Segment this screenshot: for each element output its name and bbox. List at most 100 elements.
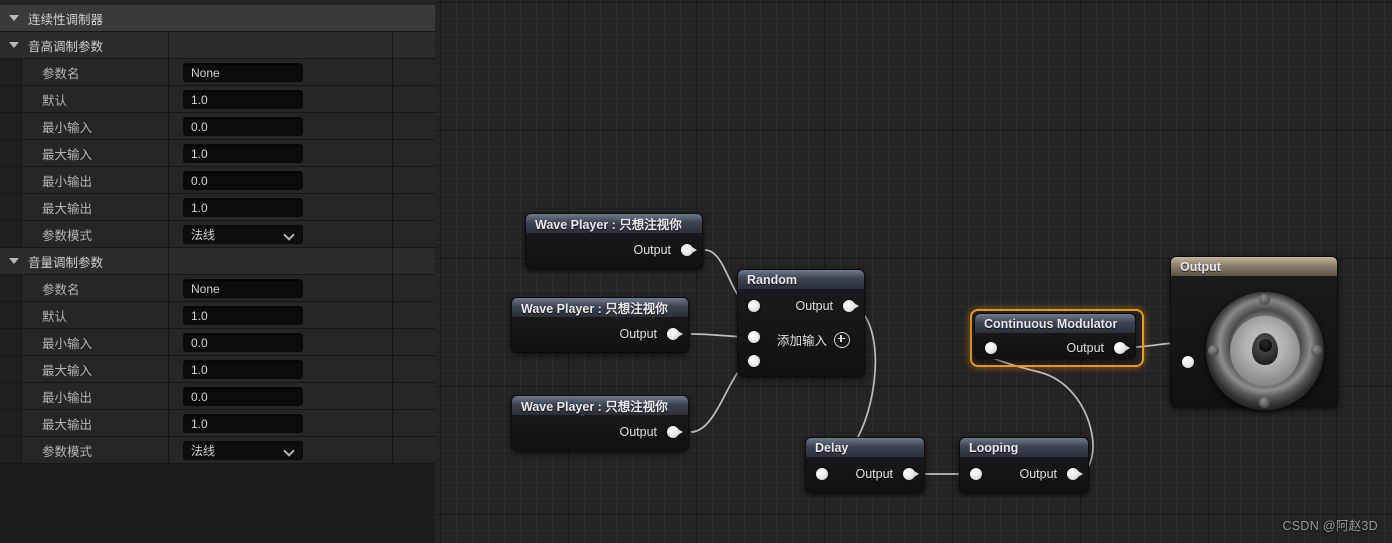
- input-pin[interactable]: [985, 342, 997, 354]
- column-separator: [168, 248, 169, 274]
- node-wave-player-2[interactable]: Wave Player : 只想注视你 Output: [511, 297, 689, 353]
- output-pin[interactable]: [903, 468, 919, 480]
- column-separator: [392, 437, 393, 463]
- property-label: 最小输入: [42, 336, 93, 351]
- column-separator: [168, 167, 169, 193]
- default-value-field[interactable]: 1.0: [183, 306, 303, 325]
- output-pin-label: Output: [795, 299, 833, 313]
- min-input-field[interactable]: 0.0: [183, 333, 303, 352]
- indent-bar: [0, 113, 22, 139]
- max-input-field[interactable]: 1.0: [183, 144, 303, 163]
- output-pin[interactable]: [667, 426, 683, 438]
- max-output-field[interactable]: 1.0: [183, 198, 303, 217]
- input-pin[interactable]: [970, 468, 982, 480]
- node-wave-player-1[interactable]: Wave Player : 只想注视你 Output: [525, 213, 703, 269]
- min-output-field[interactable]: 0.0: [183, 171, 303, 190]
- column-separator: [168, 410, 169, 436]
- indent-bar: [0, 194, 22, 220]
- column-separator: [392, 275, 393, 301]
- input-pin-1[interactable]: [748, 300, 760, 312]
- property-row: 最小输入 0.0: [0, 113, 435, 140]
- indent-bar: [0, 59, 22, 85]
- property-label: 最小输出: [42, 174, 93, 189]
- column-separator: [168, 194, 169, 220]
- output-pin[interactable]: [667, 328, 683, 340]
- input-pin-3[interactable]: [748, 355, 760, 367]
- expand-triangle-icon[interactable]: [9, 258, 19, 264]
- column-separator: [392, 59, 393, 85]
- input-pin[interactable]: [1182, 356, 1194, 368]
- param-name-field[interactable]: None: [183, 279, 303, 298]
- param-mode-dropdown[interactable]: 法线: [183, 225, 303, 244]
- column-separator: [392, 167, 393, 193]
- group-header-pitch-modulation[interactable]: 音高调制参数: [0, 32, 435, 59]
- expand-triangle-icon[interactable]: [9, 42, 19, 48]
- speaker-screw-right: [1311, 345, 1322, 356]
- property-row: 最大输入 1.0: [0, 356, 435, 383]
- group-header-volume-modulation[interactable]: 音量调制参数: [0, 248, 435, 275]
- property-row: 最大输出 1.0: [0, 410, 435, 437]
- input-pin-2[interactable]: [748, 331, 760, 343]
- min-input-field[interactable]: 0.0: [183, 117, 303, 136]
- column-separator: [392, 302, 393, 328]
- column-separator: [392, 113, 393, 139]
- column-separator: [392, 32, 393, 58]
- group-label: 音量调制参数: [28, 255, 104, 270]
- param-name-field[interactable]: None: [183, 63, 303, 82]
- column-separator: [168, 113, 169, 139]
- indent-bar: [0, 140, 22, 166]
- node-title: Delay: [806, 438, 924, 457]
- default-value-field[interactable]: 1.0: [183, 90, 303, 109]
- indent-bar: [0, 167, 22, 193]
- param-mode-value: 法线: [191, 444, 216, 458]
- min-output-field[interactable]: 0.0: [183, 387, 303, 406]
- max-output-field[interactable]: 1.0: [183, 414, 303, 433]
- watermark-text: CSDN @阿赵3D: [1282, 519, 1378, 533]
- add-input-button[interactable]: 添加输入: [777, 330, 850, 349]
- output-pin-label: Output: [1019, 467, 1057, 481]
- property-row: 参数模式 法线: [0, 437, 435, 464]
- group-label: 音高调制参数: [28, 39, 104, 54]
- node-looping[interactable]: Looping Output: [959, 437, 1089, 493]
- column-separator: [168, 140, 169, 166]
- node-title: Wave Player : 只想注视你: [512, 298, 688, 317]
- input-pin[interactable]: [816, 468, 828, 480]
- property-label: 最大输出: [42, 201, 93, 216]
- speaker-icon: [1206, 292, 1324, 410]
- property-label: 默认: [42, 93, 68, 108]
- expand-triangle-icon[interactable]: [9, 15, 19, 21]
- output-pin[interactable]: [681, 244, 697, 256]
- property-label: 最大输入: [42, 363, 93, 378]
- sound-cue-graph-canvas[interactable]: Wave Player : 只想注视你 Output Wave Player :…: [435, 0, 1392, 543]
- property-row: 最小输出 0.0: [0, 383, 435, 410]
- column-separator: [392, 410, 393, 436]
- node-continuous-modulator[interactable]: Continuous Modulator Output: [974, 313, 1136, 359]
- node-title: Continuous Modulator: [975, 314, 1135, 333]
- indent-bar: [0, 329, 22, 355]
- param-mode-dropdown[interactable]: 法线: [183, 441, 303, 460]
- property-row: 最大输出 1.0: [0, 194, 435, 221]
- node-wave-player-3[interactable]: Wave Player : 只想注视你 Output: [511, 395, 689, 451]
- node-delay[interactable]: Delay Output: [805, 437, 925, 493]
- output-pin[interactable]: [843, 300, 859, 312]
- property-label: 最大输入: [42, 147, 93, 162]
- output-pin[interactable]: [1067, 468, 1083, 480]
- column-separator: [168, 329, 169, 355]
- add-input-label: 添加输入: [776, 334, 827, 348]
- column-separator: [168, 59, 169, 85]
- indent-bar: [0, 302, 22, 328]
- node-title: Looping: [960, 438, 1088, 457]
- node-random[interactable]: Random Output 添加输入: [737, 269, 865, 377]
- property-label: 最小输入: [42, 120, 93, 135]
- node-output[interactable]: Output: [1170, 256, 1338, 410]
- plus-circle-icon[interactable]: [834, 331, 850, 348]
- node-title: Wave Player : 只想注视你: [526, 214, 702, 233]
- output-pin-label: Output: [633, 243, 671, 257]
- output-pin[interactable]: [1114, 342, 1130, 354]
- max-input-field[interactable]: 1.0: [183, 360, 303, 379]
- indent-bar: [0, 383, 22, 409]
- column-separator: [168, 302, 169, 328]
- category-header-continuous-modulator[interactable]: 连续性调制器: [0, 5, 435, 32]
- column-separator: [392, 329, 393, 355]
- speaker-screw-left: [1208, 345, 1219, 356]
